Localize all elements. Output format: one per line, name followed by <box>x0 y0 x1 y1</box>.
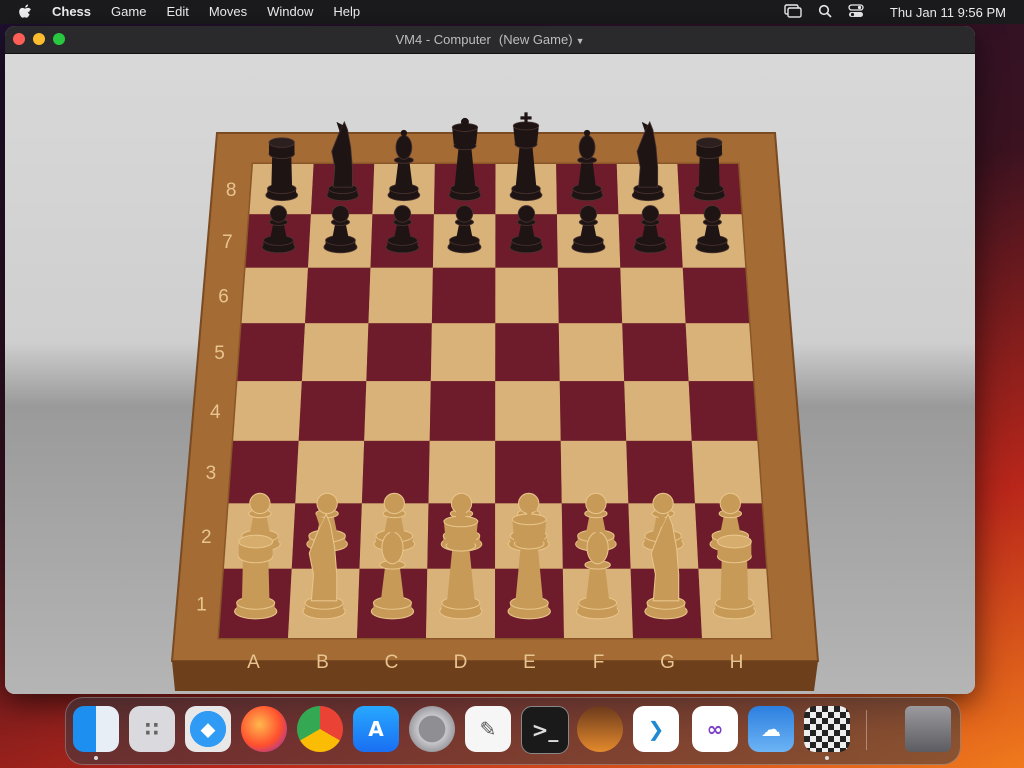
weather-icon[interactable]: ☁ <box>748 706 794 752</box>
safari-icon[interactable]: ⬥ <box>185 706 231 752</box>
board-square-a5[interactable] <box>237 323 306 382</box>
board-square-h6[interactable] <box>682 267 750 324</box>
launchpad-glyph: ∷ <box>145 717 159 741</box>
menu-clock[interactable]: Thu Jan 11 9:56 PM <box>890 5 1006 20</box>
board-square-c4[interactable] <box>364 381 431 441</box>
file-label: A <box>247 652 260 673</box>
menu-app-name[interactable]: Chess <box>52 0 91 24</box>
launchpad-icon[interactable]: ∷ <box>129 706 175 752</box>
board-square-d5[interactable] <box>430 323 496 382</box>
rank-label: 3 <box>206 463 217 484</box>
control-center-icon[interactable] <box>848 3 864 21</box>
rank-label: 1 <box>196 594 207 615</box>
chevron-down-icon: ▼ <box>575 36 585 46</box>
menu-edit[interactable]: Edit <box>166 0 188 24</box>
board-square-b6[interactable] <box>305 267 371 324</box>
file-label: D <box>454 652 468 673</box>
window-subtitle: (New Game) <box>498 32 573 47</box>
close-button[interactable] <box>13 33 25 45</box>
terminal-glyph: >_ <box>531 718 559 742</box>
rank-label: 2 <box>201 527 212 548</box>
weather-glyph: ☁ <box>761 717 781 741</box>
board-square-e5[interactable] <box>495 323 560 382</box>
running-indicator <box>825 756 829 760</box>
rank-label: 6 <box>218 287 229 308</box>
terminal-icon[interactable]: >_ <box>521 706 569 754</box>
window-title-text: VM4 - Computer <box>395 32 491 47</box>
window-titlebar: VM4 - Computer (New Game) ▼ <box>5 26 975 54</box>
rank-label: 4 <box>210 402 221 423</box>
dock: ∷ ⬥ A ✎ >_ ❯ ∞ ☁ <box>65 697 961 765</box>
board-square-d4[interactable] <box>429 381 496 441</box>
file-label: B <box>316 652 329 673</box>
screen-mirroring-icon[interactable] <box>784 3 802 21</box>
zoom-button[interactable] <box>53 33 65 45</box>
window-title[interactable]: VM4 - Computer (New Game) ▼ <box>396 32 585 47</box>
menu-help[interactable]: Help <box>333 0 360 24</box>
board-square-e6[interactable] <box>495 267 559 324</box>
menu-game[interactable]: Game <box>111 0 146 24</box>
visual-studio-icon[interactable]: ∞ <box>692 706 738 752</box>
board-square-f6[interactable] <box>557 267 623 324</box>
running-indicator <box>94 756 98 760</box>
board-square-c5[interactable] <box>366 323 432 382</box>
app-store-glyph: A <box>368 717 384 741</box>
file-label: C <box>385 652 399 673</box>
file-label: H <box>730 652 744 673</box>
dock-separator <box>696 710 697 750</box>
file-label: F <box>593 652 605 673</box>
firefox-icon[interactable] <box>241 706 287 752</box>
finder-icon[interactable] <box>73 706 119 752</box>
garageband-icon[interactable] <box>577 706 623 752</box>
board-square-d6[interactable] <box>431 267 496 324</box>
chess-icon[interactable] <box>804 706 850 752</box>
rank-label: 7 <box>222 232 233 253</box>
textedit-glyph: ✎ <box>479 717 497 741</box>
board-square-a6[interactable] <box>241 267 309 324</box>
chrome-icon[interactable] <box>297 706 343 752</box>
safari-glyph: ⬥ <box>201 717 215 741</box>
board-square-h4[interactable] <box>688 381 758 441</box>
rank-label: 8 <box>226 180 237 201</box>
vscode-glyph: ❯ <box>647 717 665 741</box>
menu-window[interactable]: Window <box>267 0 313 24</box>
board-square-g6[interactable] <box>620 267 686 324</box>
file-label: E <box>523 652 536 673</box>
menu-bar: Chess Game Edit Moves Window Help Thu Ja… <box>0 0 1024 24</box>
board-square-b4[interactable] <box>298 381 367 441</box>
textedit-icon[interactable]: ✎ <box>465 706 511 752</box>
search-icon[interactable] <box>818 4 832 21</box>
chess-window: VM4 - Computer (New Game) ▼ 8 7 6 5 4 3 2 1 A B C D E F… <box>5 26 975 694</box>
file-label: G <box>660 652 675 673</box>
board-square-h5[interactable] <box>685 323 754 382</box>
board-square-b5[interactable] <box>301 323 369 382</box>
board-square-a4[interactable] <box>233 381 302 441</box>
minimize-button[interactable] <box>33 33 45 45</box>
visual-studio-glyph: ∞ <box>706 717 724 741</box>
dock-separator <box>866 710 867 750</box>
apple-menu-icon[interactable] <box>18 3 36 21</box>
rank-label: 5 <box>214 343 225 364</box>
app-store-icon[interactable]: A <box>353 706 399 752</box>
chess-board[interactable]: 8 7 6 5 4 3 2 1 A B C D E F G H <box>5 54 975 694</box>
board-square-g4[interactable] <box>624 381 692 441</box>
board-square-e4[interactable] <box>495 381 561 441</box>
board-scene: 8 7 6 5 4 3 2 1 A B C D E F G H <box>5 54 975 694</box>
vscode-icon[interactable]: ❯ <box>633 706 679 752</box>
menu-moves[interactable]: Moves <box>209 0 247 24</box>
board-square-c6[interactable] <box>368 267 433 324</box>
trash-icon[interactable] <box>905 706 951 752</box>
settings-icon[interactable] <box>409 706 455 752</box>
board-square-g5[interactable] <box>622 323 689 382</box>
board-square-f4[interactable] <box>559 381 627 441</box>
board-square-f5[interactable] <box>558 323 625 382</box>
